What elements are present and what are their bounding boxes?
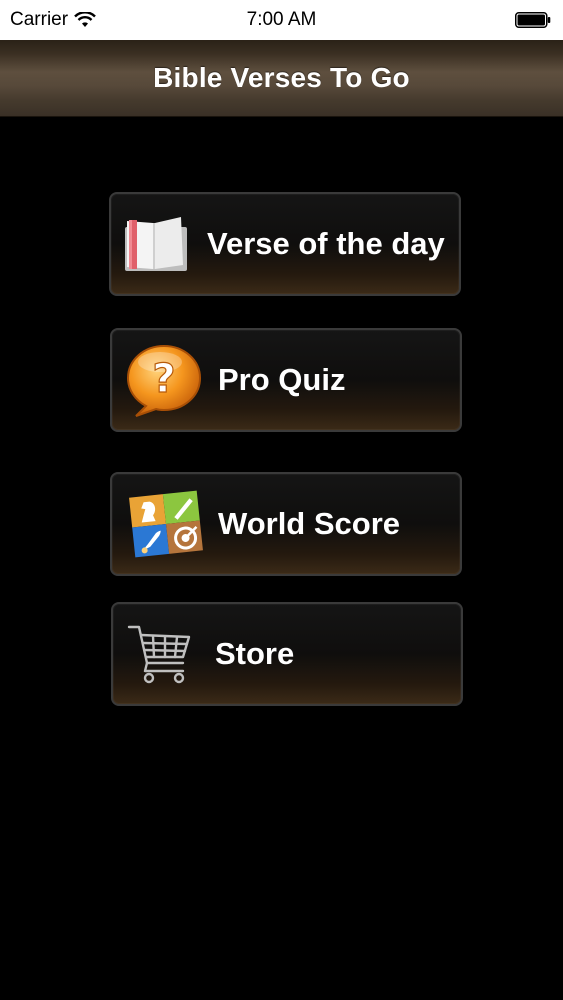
question-bubble-icon: ? [126, 344, 202, 417]
app-screen: Carrier 7:00 AM Bible Verses To Go Verse… [0, 0, 563, 1000]
book-icon [125, 217, 187, 271]
store-label: Store [215, 636, 295, 671]
pro-quiz-label: Pro Quiz [218, 362, 346, 397]
world-score-button[interactable]: World Score [110, 472, 462, 576]
status-bar: Carrier 7:00 AM [0, 0, 563, 40]
verse-of-the-day-label: Verse of the day [207, 226, 445, 261]
world-score-label: World Score [218, 506, 401, 541]
navigation-bar: Bible Verses To Go [0, 40, 563, 116]
store-button[interactable]: Store [111, 602, 463, 706]
verse-of-the-day-button[interactable]: Verse of the day [109, 192, 461, 296]
pro-quiz-button[interactable]: ? Pro Quiz [110, 328, 462, 432]
svg-text:?: ? [152, 356, 175, 402]
battery-icon [515, 12, 551, 28]
shopping-cart-icon [127, 625, 191, 684]
page-title: Bible Verses To Go [153, 62, 410, 93]
status-time: 7:00 AM [246, 9, 317, 30]
game-center-icon [129, 490, 203, 558]
